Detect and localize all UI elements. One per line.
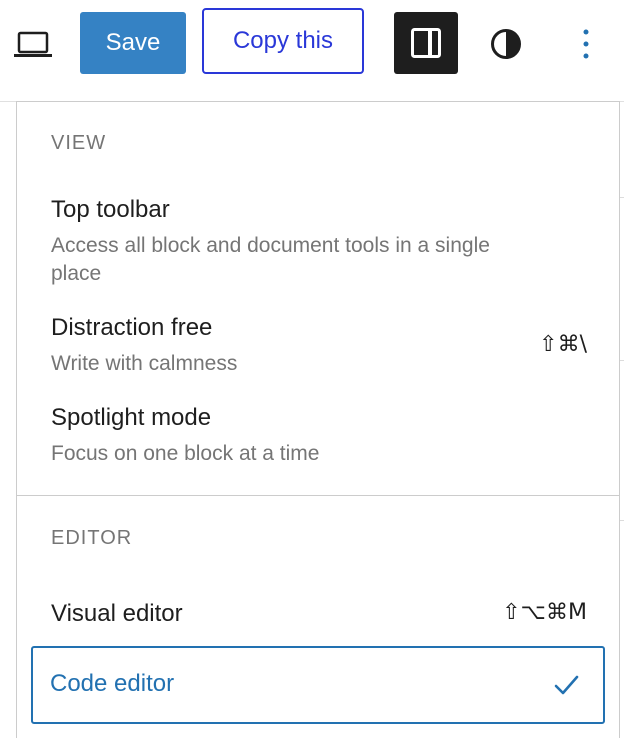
keyboard-shortcut: ⇧⌘\ [539,332,587,357]
styles-button[interactable] [478,16,534,72]
menu-item-title: Distraction free [51,314,213,341]
menu-item-title: Visual editor [51,600,183,627]
checkmark-icon [554,675,579,695]
options-menu-button[interactable] [566,16,606,72]
menu-item-help: Access all block and document tools in a… [51,234,490,285]
half-circle-contrast-icon [491,29,521,59]
menu-item-help: Focus on one block at a time [51,442,320,465]
copy-this-button[interactable]: Copy this [202,8,364,74]
menu-item-code-editor[interactable]: Code editor [31,646,605,724]
editor-group-label: EDITOR [51,527,133,549]
background-divider [620,520,624,521]
sidebar-panel-icon [411,28,441,58]
background-divider [620,197,624,198]
background-divider [620,360,624,361]
options-dropdown-menu: VIEW Top toolbar Access all block and do… [16,101,620,738]
editor-page: Save Copy this VIEW Top toolbar Access a… [0,0,624,738]
menu-group-divider [17,495,619,496]
save-button[interactable]: Save [80,12,186,74]
keyboard-shortcut: ⇧⌥⌘M [502,600,587,625]
view-group-label: VIEW [51,132,107,154]
menu-item-help: Write with calmness [51,352,238,375]
menu-item-title: Top toolbar [51,196,170,223]
device-preview-button[interactable] [10,22,56,68]
settings-toggle-button[interactable] [394,12,458,74]
menu-item-title: Spotlight mode [51,404,212,431]
menu-item-title: Code editor [50,670,175,697]
editor-toolbar: Save Copy this [0,0,624,90]
laptop-icon [14,31,52,57]
vertical-ellipsis-icon [583,29,589,59]
